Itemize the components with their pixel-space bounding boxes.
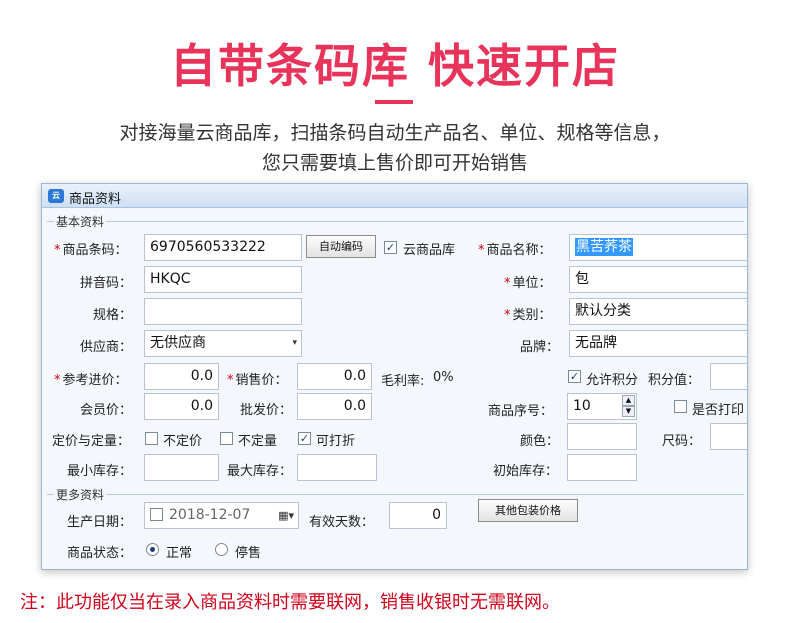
production-date-checkbox[interactable] bbox=[150, 508, 163, 521]
status-normal-label: 正常 bbox=[166, 546, 193, 561]
product-info-window: 云 商品资料 基本资料 * 商品条码： 6970560533222 自动编码 ✓ … bbox=[41, 183, 748, 570]
brand-label: 品牌： bbox=[520, 340, 560, 355]
chevron-down-icon[interactable]: ▾ bbox=[292, 331, 297, 356]
valid-days-label: 有效天数： bbox=[309, 515, 375, 530]
calendar-icon[interactable]: ▦▾ bbox=[278, 503, 294, 528]
footnote: 注：此功能仅当在录入商品资料时需要联网，销售收银时无需联网。 bbox=[20, 592, 560, 613]
production-date-label: 生产日期： bbox=[67, 515, 133, 530]
sale-price-label: * 销售价： bbox=[227, 373, 288, 388]
points-value-label: 积分值： bbox=[648, 373, 701, 388]
margin-value: 0% bbox=[433, 370, 454, 385]
init-stock-input[interactable] bbox=[567, 454, 637, 481]
status-label: 商品状态： bbox=[67, 546, 133, 561]
supplier-select[interactable]: 无供应商 ▾ bbox=[144, 330, 302, 357]
barcode-input[interactable]: 6970560533222 bbox=[144, 234, 302, 261]
member-price-label: 会员价： bbox=[80, 403, 133, 418]
basic-section-divider bbox=[47, 221, 744, 222]
allow-points-label: 允许积分 bbox=[586, 373, 639, 388]
cloud-library-checkbox[interactable]: ✓ bbox=[384, 241, 397, 254]
min-stock-label: 最小库存： bbox=[67, 464, 133, 479]
max-stock-input[interactable] bbox=[297, 454, 377, 481]
ref-price-label: * 参考进价： bbox=[54, 373, 128, 388]
spec-label: 规格： bbox=[93, 308, 133, 323]
unquantified-checkbox[interactable] bbox=[220, 432, 233, 445]
color-input[interactable] bbox=[567, 423, 637, 450]
status-stopped-radio[interactable] bbox=[215, 543, 228, 556]
brand-input[interactable]: 无品牌 bbox=[569, 330, 747, 357]
print-checkbox[interactable] bbox=[674, 400, 687, 413]
status-normal-radio[interactable] bbox=[146, 543, 159, 556]
banner-title: 自带条码库 快速开店 bbox=[169, 39, 620, 93]
print-label: 是否打印 bbox=[692, 403, 745, 418]
pricing-label: 定价与定量： bbox=[52, 434, 131, 449]
init-stock-label: 初始库存： bbox=[493, 464, 559, 479]
member-price-input[interactable]: 0.0 bbox=[144, 393, 219, 420]
more-section-label: 更多资料 bbox=[54, 486, 107, 503]
unpriced-label: 不定价 bbox=[163, 434, 203, 449]
valid-days-input[interactable]: 0 bbox=[389, 502, 447, 529]
unquantified-label: 不定量 bbox=[238, 434, 278, 449]
size-label: 尺码： bbox=[662, 434, 702, 449]
wholesale-price-input[interactable]: 0.0 bbox=[297, 393, 372, 420]
margin-label: 毛利率: bbox=[381, 374, 425, 389]
auto-code-button[interactable]: 自动编码 bbox=[306, 235, 376, 258]
spec-input[interactable] bbox=[144, 298, 302, 325]
unit-input[interactable]: 包 bbox=[569, 266, 747, 293]
barcode-label: * 商品条码： bbox=[54, 243, 128, 258]
pinyin-label: 拼音码： bbox=[80, 276, 133, 291]
sale-price-input[interactable]: 0.0 bbox=[297, 363, 372, 390]
product-name-input[interactable]: 黑苦荞茶 bbox=[569, 234, 747, 261]
window-titlebar[interactable]: 云 商品资料 bbox=[42, 184, 747, 208]
window-title: 商品资料 bbox=[69, 192, 122, 207]
max-stock-label: 最大库存： bbox=[227, 464, 293, 479]
points-value-input[interactable] bbox=[710, 363, 747, 390]
banner-underline bbox=[375, 100, 413, 104]
banner-description-line2: 您只需要填上售价即可开始销售 bbox=[261, 152, 528, 174]
production-date-picker[interactable]: 2018-12-07 ▦▾ bbox=[144, 502, 299, 529]
chevron-up-icon[interactable]: ▲ bbox=[622, 395, 635, 406]
more-section-divider bbox=[47, 494, 744, 495]
category-label: * 类别： bbox=[504, 308, 552, 323]
banner-description-line1: 对接海量云商品库，扫描条码自动生产品名、单位、规格等信息， bbox=[119, 122, 671, 144]
discount-label: 可打折 bbox=[316, 434, 356, 449]
basic-section-label: 基本资料 bbox=[54, 213, 107, 230]
allow-points-checkbox[interactable]: ✓ bbox=[568, 370, 581, 383]
pinyin-input[interactable]: HKQC bbox=[144, 266, 302, 293]
unpriced-checkbox[interactable] bbox=[145, 432, 158, 445]
chevron-down-icon[interactable]: ▼ bbox=[622, 406, 635, 417]
ref-price-input[interactable]: 0.0 bbox=[144, 363, 219, 390]
unit-label: * 单位： bbox=[504, 276, 552, 291]
product-name-label: * 商品名称： bbox=[478, 243, 552, 258]
app-cloud-icon: 云 bbox=[48, 189, 64, 203]
discount-checkbox[interactable]: ✓ bbox=[298, 432, 311, 445]
min-stock-input[interactable] bbox=[144, 454, 219, 481]
status-stopped-label: 停售 bbox=[235, 546, 262, 561]
other-pack-price-button[interactable]: 其他包装价格 bbox=[478, 499, 578, 522]
color-label: 颜色： bbox=[520, 434, 560, 449]
category-input[interactable]: 默认分类 bbox=[569, 298, 747, 325]
product-seq-stepper[interactable]: 10 ▲ ▼ bbox=[567, 393, 637, 420]
size-input[interactable] bbox=[710, 423, 747, 450]
cloud-library-label: 云商品库 bbox=[403, 243, 456, 258]
product-seq-label: 商品序号： bbox=[488, 404, 554, 419]
wholesale-price-label: 批发价： bbox=[240, 403, 293, 418]
supplier-label: 供应商： bbox=[80, 340, 133, 355]
